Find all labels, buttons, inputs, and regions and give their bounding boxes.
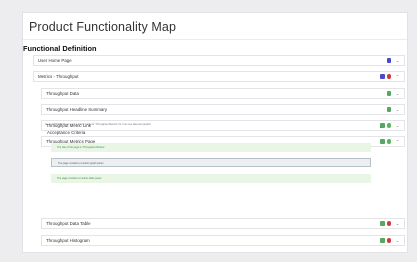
row-label: Throughput Headline Summary [46, 107, 108, 112]
row-throughput-data[interactable]: Throughput Data ⌄ [41, 88, 405, 99]
user-story-text: As an ART RAF Rev I want a metric page f… [45, 123, 151, 126]
product-functionality-map-card: Product Functionality Map Functional Def… [22, 12, 408, 253]
chevron-up-icon[interactable]: ⌃ [395, 74, 400, 79]
chevron-up-icon[interactable]: ⌃ [395, 139, 400, 144]
green-circle-icon [386, 123, 391, 128]
row-icons: ⌄ [386, 91, 405, 96]
section-title: Functional Definition [23, 44, 97, 53]
chevron-down-icon[interactable]: ⌄ [395, 91, 400, 96]
row-icons: ⌃ [380, 139, 404, 144]
green-square-icon [386, 107, 391, 112]
acceptance-criterion[interactable]: The title of the page is 'Throughput Met… [51, 143, 371, 152]
row-icons: ⌄ [386, 107, 405, 112]
row-icons: ⌄ [386, 58, 405, 63]
page-title: Product Functionality Map [29, 20, 177, 34]
chevron-down-icon[interactable]: ⌄ [395, 123, 400, 128]
chevron-down-icon[interactable]: ⌄ [395, 107, 400, 112]
row-icons: ⌄ [380, 238, 404, 243]
green-square-icon [386, 91, 391, 96]
row-icons: ⌃ [380, 74, 404, 79]
row-throughput-data-table[interactable]: Throughput Data Table ⌄ [41, 218, 405, 229]
row-icons: ⌄ [380, 123, 404, 128]
green-square-icon [380, 238, 385, 243]
row-throughput-headline-summary[interactable]: Throughput Headline Summary ⌄ [41, 104, 405, 115]
chevron-down-icon[interactable]: ⌄ [395, 238, 400, 243]
row-label: Metrics - Throughput [38, 74, 79, 79]
row-label: User Home Page [38, 58, 72, 63]
acceptance-criterion[interactable]: The page contains a metrics graph panel [51, 158, 371, 167]
row-icons: ⌄ [380, 221, 404, 226]
chevron-down-icon[interactable]: ⌄ [395, 58, 400, 63]
row-user-home-page[interactable]: User Home Page ⌄ [33, 55, 405, 66]
green-square-icon [380, 139, 385, 144]
chevron-down-icon[interactable]: ⌄ [395, 221, 400, 226]
row-throughput-histogram[interactable]: Throughput Histogram ⌄ [41, 235, 405, 246]
red-circle-icon [386, 221, 391, 226]
row-label: Throughput Histogram [46, 238, 90, 243]
green-circle-icon [386, 139, 391, 144]
row-label: Throughput Data [46, 91, 79, 96]
green-square-icon [380, 221, 385, 226]
row-metrics-throughput[interactable]: Metrics - Throughput ⌃ [33, 71, 405, 82]
red-circle-icon [386, 238, 391, 243]
acceptance-criteria-title: Acceptance Criteria [47, 130, 86, 135]
chevron-up-icon[interactable]: ⌃ [379, 126, 382, 131]
blue-square-icon [386, 58, 391, 63]
header-divider [23, 39, 407, 40]
row-label: Throughput Data Table [46, 221, 91, 226]
acceptance-criterion[interactable]: The page contains a metrics table panel [51, 174, 371, 183]
red-circle-icon [386, 74, 391, 79]
functional-definition-list: User Home Page ⌄ Metrics - Throughput ⌃ … [23, 55, 407, 252]
blue-square-icon [380, 74, 385, 79]
